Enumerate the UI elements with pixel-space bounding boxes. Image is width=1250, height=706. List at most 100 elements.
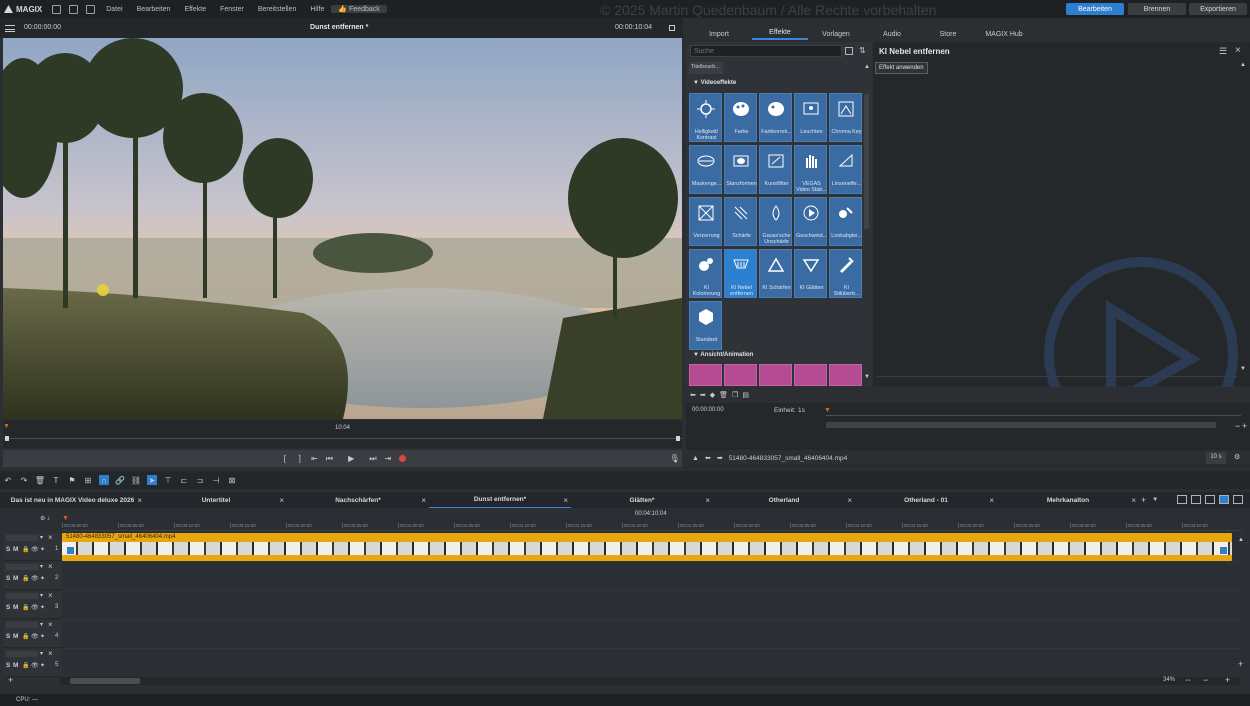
track-name-field[interactable] bbox=[6, 651, 38, 657]
track-menu-icon[interactable]: ▾ bbox=[40, 563, 43, 570]
track-solo-button[interactable]: S bbox=[6, 633, 10, 640]
effect-tile-sharpness[interactable]: Schärfe bbox=[724, 197, 757, 246]
mode-burn-button[interactable]: Brennen bbox=[1128, 3, 1186, 15]
menu-hilfe[interactable]: Hilfe bbox=[303, 6, 331, 13]
close-icon[interactable]: × bbox=[1235, 45, 1241, 56]
effect-zoom-select[interactable]: 10 s bbox=[1206, 452, 1226, 464]
zoom-out-icon[interactable]: − bbox=[1203, 675, 1208, 685]
tab-store[interactable]: Store bbox=[920, 31, 976, 40]
track-solo-button[interactable]: S bbox=[6, 546, 10, 553]
effect-tile-ai-sharpen[interactable]: KI Schärfen bbox=[759, 249, 792, 298]
project-tab-whats-new[interactable]: Das ist neu in MAGIX Video deluxe 2026 × bbox=[0, 492, 145, 508]
mark-in-icon[interactable]: [ bbox=[280, 454, 289, 463]
zoom-in-icon[interactable]: + bbox=[1225, 675, 1230, 685]
trim-tool-icon[interactable]: ⊤ bbox=[163, 475, 173, 485]
pointer-tool-icon[interactable]: ➤ bbox=[147, 475, 157, 485]
track-header[interactable]: ▾ × S M 🔒 👁 ✦ 5 bbox=[4, 649, 62, 677]
breadcrumb-titelbearbeitung[interactable]: Titelbearb... bbox=[689, 62, 723, 74]
track-header[interactable]: ▾ × S M 🔒 👁 ✦ 1 bbox=[4, 533, 62, 561]
scrub-end-handle[interactable] bbox=[676, 436, 680, 441]
track-name-field[interactable] bbox=[6, 622, 38, 628]
feedback-button[interactable]: 👍 Feedback bbox=[331, 5, 387, 13]
effect-tile-color-correction[interactable]: Farbkorrek... bbox=[759, 93, 792, 142]
anim-tile-1[interactable] bbox=[689, 364, 722, 386]
track-fx-icon[interactable]: ✦ bbox=[40, 633, 45, 640]
project-tab-otherland[interactable]: Otherland × bbox=[713, 492, 855, 508]
v-zoom-in-icon[interactable]: + bbox=[1238, 659, 1243, 669]
track-close-icon[interactable]: × bbox=[48, 533, 53, 542]
open-folder-icon[interactable] bbox=[69, 4, 79, 14]
kf-settings-icon[interactable]: ⚙ bbox=[1234, 453, 1240, 461]
tab-close-icon[interactable]: × bbox=[705, 496, 710, 505]
track-close-icon[interactable]: × bbox=[48, 649, 53, 658]
effect-tile-punch-shapes[interactable]: Stanzformen bbox=[724, 145, 757, 194]
next-marker-icon[interactable]: ⇥ bbox=[383, 454, 392, 463]
track-mute-button[interactable]: M bbox=[13, 633, 18, 640]
arranger-hscroll[interactable] bbox=[60, 677, 1240, 685]
project-tab-untertitel[interactable]: Untertitel × bbox=[145, 492, 287, 508]
scrub-track[interactable] bbox=[3, 438, 682, 439]
scroll-down-icon[interactable]: ▼ bbox=[864, 374, 870, 380]
unlink-icon[interactable]: ⛓ bbox=[131, 475, 141, 485]
effect-tile-brightness-contrast[interactable]: Helligkeit/ Kontrast bbox=[689, 93, 722, 142]
sort-icon[interactable]: ⇅ bbox=[859, 46, 866, 55]
track-lock-icon[interactable]: 🔒 bbox=[22, 604, 29, 611]
paste-keyframe-icon[interactable]: ▤ bbox=[742, 391, 749, 399]
scrub-start-handle[interactable] bbox=[5, 436, 9, 441]
track-menu-icon[interactable]: ▾ bbox=[40, 621, 43, 628]
group-icon[interactable]: ⊞ bbox=[83, 475, 93, 485]
tab-close-icon[interactable]: × bbox=[279, 496, 284, 505]
apply-effect-button[interactable]: Effekt anwenden bbox=[875, 62, 928, 74]
layout-storyboard-icon[interactable] bbox=[1219, 495, 1229, 504]
new-tab-icon[interactable]: + bbox=[1141, 495, 1146, 505]
magnet-icon[interactable]: ∩ bbox=[99, 475, 109, 485]
track-name-field[interactable] bbox=[6, 593, 38, 599]
delete-keyframe-icon[interactable]: 🗑 bbox=[719, 391, 728, 399]
microphone-icon[interactable]: 🎙 bbox=[669, 454, 679, 463]
keyframe-scrollbar[interactable] bbox=[826, 422, 1216, 428]
effect-tile-ai-fog-removal[interactable]: KI Nebel entfernen bbox=[724, 249, 757, 298]
track-visibility-icon[interactable]: 👁 bbox=[31, 662, 39, 669]
add-track-icon[interactable]: + bbox=[8, 675, 13, 685]
tab-vorlagen[interactable]: Vorlagen bbox=[808, 31, 864, 40]
new-file-icon[interactable] bbox=[52, 4, 62, 14]
menu-bearbeiten[interactable]: Bearbeiten bbox=[130, 6, 178, 13]
player-scrub-bar[interactable]: ▼ 10:04 bbox=[3, 420, 682, 448]
layout-grid-icon[interactable] bbox=[1191, 495, 1201, 504]
track-visibility-icon[interactable]: 👁 bbox=[31, 575, 39, 582]
arrow-left-icon[interactable]: ⬅ bbox=[690, 391, 696, 399]
skip-forward-icon[interactable]: ⏭ bbox=[369, 454, 378, 463]
effects-search-input[interactable] bbox=[690, 45, 842, 57]
tab-list-icon[interactable]: ▼ bbox=[1152, 497, 1158, 503]
track-mute-button[interactable]: M bbox=[13, 662, 18, 669]
effect-tile-look-match[interactable]: Lookabglei... bbox=[829, 197, 862, 246]
menu-fenster[interactable]: Fenster bbox=[213, 6, 251, 13]
tab-close-icon[interactable]: × bbox=[421, 496, 426, 505]
unit-value[interactable]: 1s bbox=[798, 407, 805, 414]
track-fx-icon[interactable]: ✦ bbox=[40, 604, 45, 611]
effect-tile-distortion[interactable]: Verzerrung bbox=[689, 197, 722, 246]
track-close-icon[interactable]: × bbox=[48, 591, 53, 600]
track-visibility-icon[interactable]: 👁 bbox=[31, 633, 39, 640]
save-icon[interactable] bbox=[86, 4, 96, 14]
maximize-icon[interactable] bbox=[669, 25, 675, 31]
redo-icon[interactable]: ↷ bbox=[19, 475, 29, 485]
effect-tile-gaussian-blur[interactable]: Gauss'sche Unschärfe bbox=[759, 197, 792, 246]
clip-fade-in-handle[interactable] bbox=[67, 547, 74, 554]
tab-close-icon[interactable]: × bbox=[1131, 496, 1136, 505]
rp-scroll-up-icon[interactable]: ▲ bbox=[1240, 62, 1246, 68]
layout-single-icon[interactable] bbox=[1177, 495, 1187, 504]
prev-marker-icon[interactable]: ⇤ bbox=[310, 454, 319, 463]
menu-datei[interactable]: Datei bbox=[99, 6, 129, 13]
ripple-tool-icon[interactable]: ⊏ bbox=[179, 475, 189, 485]
effect-tile-standard[interactable]: Standard bbox=[689, 301, 722, 350]
effect-tile-ai-style-transfer[interactable]: KI Stilübertr... bbox=[829, 249, 862, 298]
tab-close-icon[interactable]: × bbox=[847, 496, 852, 505]
arranger-hscroll-thumb[interactable] bbox=[70, 678, 140, 684]
track-mute-button[interactable]: M bbox=[13, 604, 18, 611]
track-solo-button[interactable]: S bbox=[6, 604, 10, 611]
track-fx-icon[interactable]: ✦ bbox=[40, 575, 45, 582]
skip-back-icon[interactable]: ⏮ bbox=[325, 454, 334, 463]
split-tool-icon[interactable]: ⊣ bbox=[211, 475, 221, 485]
track-options-icon[interactable]: ⚙ ♪ bbox=[40, 515, 60, 523]
